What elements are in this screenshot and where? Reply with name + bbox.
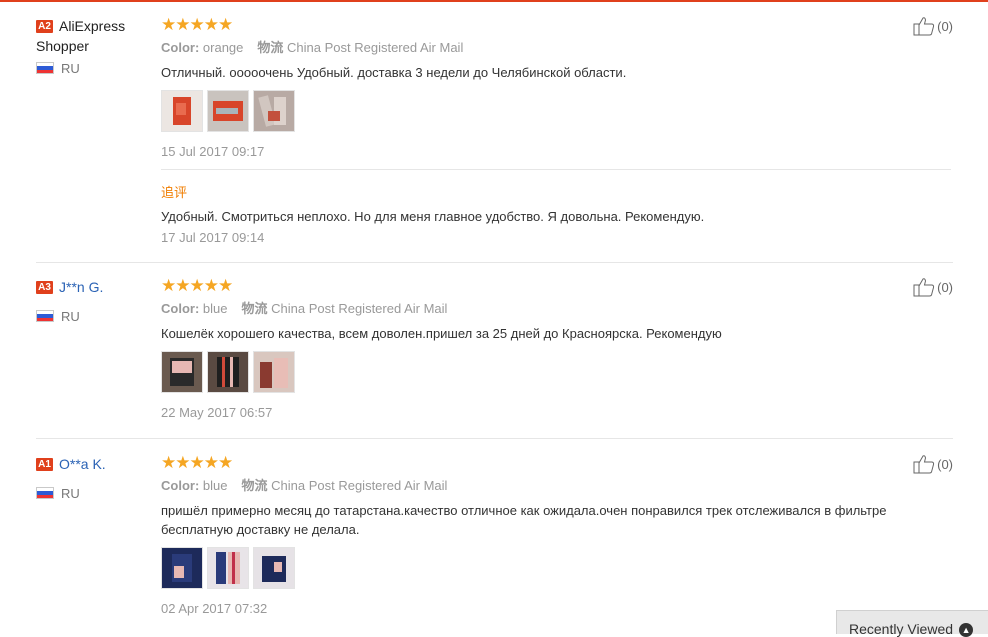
reviewer-country: RU [36, 309, 156, 325]
color-label: Color: [161, 478, 200, 493]
thumbs-up-icon [913, 17, 935, 36]
reviewer-info: A1 O**a K. RU [36, 454, 156, 502]
color-label: Color: [161, 301, 200, 316]
review-photo-thumbnail[interactable] [253, 351, 295, 393]
review-photo-thumbnail[interactable] [207, 351, 249, 393]
review-photo-thumbnail[interactable] [207, 90, 249, 132]
reviewer-name: O**a K. [59, 456, 106, 472]
order-attributes: Color: blue 物流 China Post Registered Air … [161, 476, 951, 496]
buyer-level-badge: A2 [36, 20, 53, 33]
shipping-label: 物流 [257, 40, 284, 55]
followup-divider [161, 169, 951, 170]
review-date: 22 May 2017 06:57 [161, 405, 273, 420]
review-photos [161, 90, 951, 132]
color-value: blue [202, 478, 228, 493]
russia-flag-icon [36, 62, 54, 74]
star-rating: ★★★★★ [161, 453, 233, 472]
review-photo-thumbnail[interactable] [253, 547, 295, 589]
shipping-label: 物流 [241, 301, 268, 316]
review-photo-thumbnail[interactable] [161, 547, 203, 589]
helpful-count: (0) [937, 19, 953, 34]
review-photo-thumbnail[interactable] [161, 90, 203, 132]
order-attributes: Color: orange 物流 China Post Registered Ai… [161, 38, 951, 58]
recently-viewed-label: Recently Viewed [849, 621, 954, 637]
review-item: A1 O**a K. RU ★★★★★ Color: blue 物流 China P… [36, 454, 953, 624]
reviewer-info: A3 J**n G. RU [36, 277, 156, 325]
helpful-button[interactable]: (0) [913, 16, 953, 36]
review-text: Кошелёк хорошего качества, всем доволен.… [161, 326, 722, 341]
buyer-level-badge: A1 [36, 458, 53, 471]
review-text: Отличный. ооооочень Удобный. доставка 3 … [161, 65, 627, 80]
russia-flag-icon [36, 310, 54, 322]
reviewer-name-block: A2 AliExpress Shopper [36, 16, 156, 56]
country-code: RU [61, 486, 80, 501]
review-photos [161, 547, 951, 589]
thumbs-up-icon [913, 455, 935, 474]
review-body: ★★★★★ Color: blue 物流 China Post Registere… [161, 277, 951, 420]
buyer-level-badge: A3 [36, 281, 53, 294]
color-value: orange [202, 40, 244, 55]
country-code: RU [61, 309, 80, 324]
color-label: Color: [161, 40, 200, 55]
review-photos [161, 351, 951, 393]
russia-flag-icon [36, 487, 54, 499]
review-photo-thumbnail[interactable] [253, 90, 295, 132]
color-value: blue [202, 301, 228, 316]
helpful-count: (0) [937, 280, 953, 295]
order-attributes: Color: blue 物流 China Post Registered Air … [161, 299, 951, 319]
thumbs-up-icon [913, 278, 935, 297]
review-body: ★★★★★ Color: blue 物流 China Post Registere… [161, 454, 951, 616]
followup-date: 17 Jul 2017 09:14 [161, 230, 265, 245]
recently-viewed-tab[interactable]: Recently Viewed ▲ [836, 610, 988, 637]
star-rating: ★★★★★ [161, 15, 233, 34]
reviewer-info: A2 AliExpress Shopper RU [36, 16, 156, 77]
helpful-button[interactable]: (0) [913, 454, 953, 474]
review-date: 15 Jul 2017 09:17 [161, 144, 265, 159]
shipping-value: China Post Registered Air Mail [271, 301, 448, 316]
review-divider [36, 438, 953, 439]
chevron-up-icon: ▲ [959, 623, 974, 637]
star-rating: ★★★★★ [161, 276, 233, 295]
review-date: 02 Apr 2017 07:32 [161, 601, 268, 616]
review-text: пришёл примерно месяц до татарстана.каче… [161, 501, 951, 539]
review-photo-thumbnail[interactable] [161, 351, 203, 393]
shipping-value: China Post Registered Air Mail [271, 478, 448, 493]
country-code: RU [61, 61, 80, 76]
followup-text: Удобный. Смотриться неплохо. Но для меня… [161, 209, 705, 224]
reviewer-name-block[interactable]: A1 O**a K. [36, 454, 156, 474]
reviewer-country: RU [36, 486, 156, 502]
shipping-label: 物流 [241, 478, 268, 493]
reviewer-country: RU [36, 61, 156, 77]
review-text-line: бесплатную доставку не делала. [161, 522, 360, 537]
helpful-count: (0) [937, 457, 953, 472]
review-item: A2 AliExpress Shopper RU ★★★★★ Color: ora… [36, 16, 953, 256]
top-accent-bar [0, 0, 988, 2]
review-photo-thumbnail[interactable] [207, 547, 249, 589]
review-divider [36, 262, 953, 263]
helpful-button[interactable]: (0) [913, 277, 953, 297]
reviewer-name: J**n G. [59, 279, 104, 295]
review-body: ★★★★★ Color: orange 物流 China Post Registe… [161, 16, 951, 245]
reviewer-name-block[interactable]: A3 J**n G. [36, 277, 156, 297]
review-text-line: пришёл примерно месяц до татарстана.каче… [161, 503, 887, 518]
shipping-value: China Post Registered Air Mail [287, 40, 464, 55]
review-item: A3 J**n G. RU ★★★★★ Color: blue 物流 China P… [36, 277, 953, 427]
followup-label: 追评 [161, 185, 188, 200]
